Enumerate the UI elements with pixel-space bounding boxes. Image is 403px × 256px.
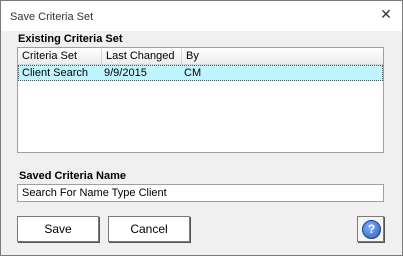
dialog-body: Existing Criteria Set Criteria Set Name … (10, 31, 393, 249)
row-last-changed: 9/9/2015 (104, 67, 147, 79)
close-icon[interactable]: ✕ (376, 5, 396, 23)
row-criteria-set-name: Client Search (22, 67, 89, 79)
existing-criteria-set-label: Existing Criteria Set (18, 33, 123, 45)
help-icon: ? (362, 220, 381, 239)
save-button[interactable]: Save (17, 216, 99, 242)
criteria-set-list[interactable]: Criteria Set Name Last Changed By Client… (17, 47, 384, 153)
saved-criteria-name-label: Saved Criteria Name (19, 170, 126, 182)
cancel-button[interactable]: Cancel (108, 216, 190, 242)
help-button[interactable]: ? (357, 216, 384, 242)
save-criteria-set-dialog: Save Criteria Set ✕ Existing Criteria Se… (0, 0, 403, 256)
row-by: CM (184, 67, 202, 79)
column-header-last-changed[interactable]: Last Changed (102, 48, 182, 64)
window-title: Save Criteria Set (10, 11, 94, 23)
column-header-by[interactable]: By (182, 48, 262, 64)
column-header-criteria-set-name[interactable]: Criteria Set Name (18, 48, 102, 78)
list-header: Criteria Set Name Last Changed By (18, 48, 383, 78)
saved-criteria-name-input[interactable]: Search For Name Type Client (17, 184, 384, 202)
table-row[interactable]: Client Search 9/9/2015 CM (18, 65, 383, 81)
title-bar: Save Criteria Set ✕ (1, 1, 402, 31)
